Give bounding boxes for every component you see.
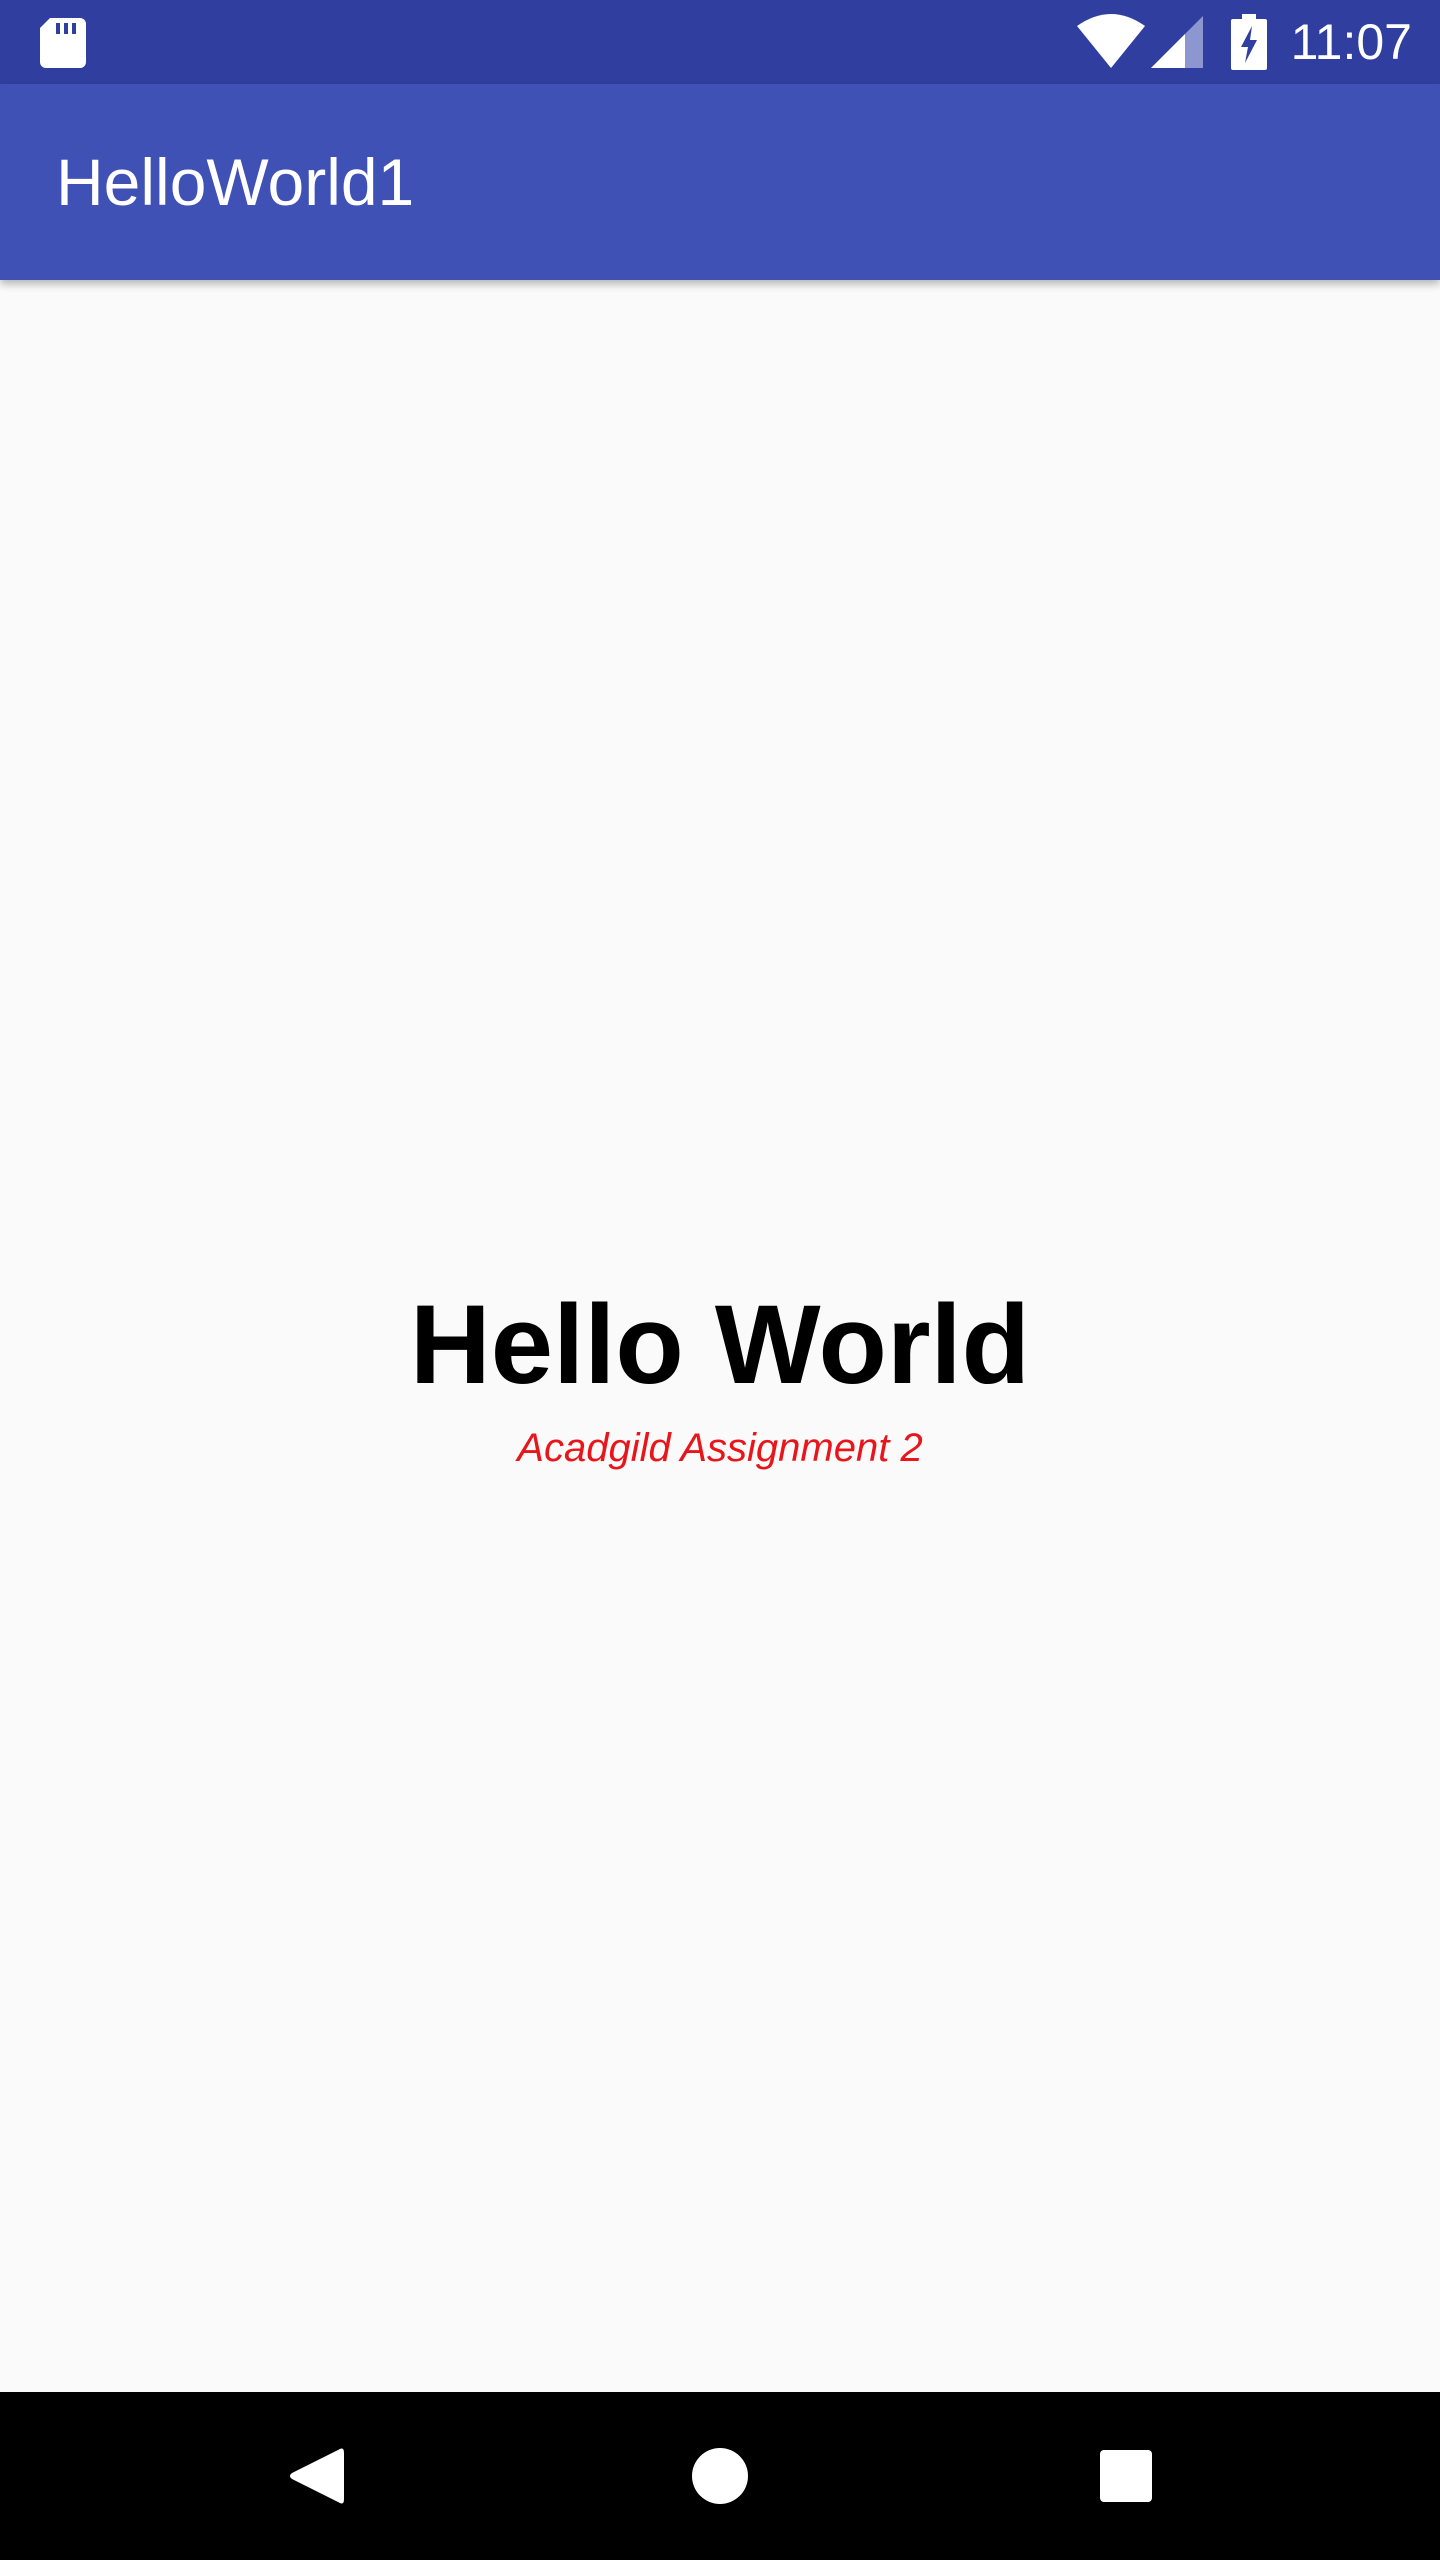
home-button[interactable] (620, 2392, 820, 2560)
hello-heading: Hello World (409, 1282, 1031, 1407)
signal-icon (1150, 16, 1203, 68)
home-icon (692, 2448, 748, 2504)
recents-icon (1100, 2450, 1152, 2502)
back-button[interactable] (216, 2392, 416, 2560)
app-bar: HelloWorld1 (0, 84, 1440, 280)
battery-charging-icon (1230, 14, 1267, 70)
status-icons: 11:07 (1076, 0, 1412, 84)
main-content: Hello World Acadgild Assignment 2 (0, 280, 1440, 2392)
sd-card-icon (40, 18, 86, 68)
assignment-subtitle: Acadgild Assignment 2 (517, 1426, 923, 1470)
status-clock: 11:07 (1290, 14, 1412, 70)
back-icon (290, 2448, 344, 2504)
app-title: HelloWorld1 (56, 145, 415, 219)
recents-button[interactable] (1026, 2392, 1226, 2560)
status-bar: 11:07 (0, 0, 1440, 84)
navigation-bar (0, 2392, 1440, 2560)
screen: 11:07 HelloWorld1 Hello World Acadgild A… (0, 0, 1440, 2560)
wifi-icon (1076, 14, 1145, 68)
